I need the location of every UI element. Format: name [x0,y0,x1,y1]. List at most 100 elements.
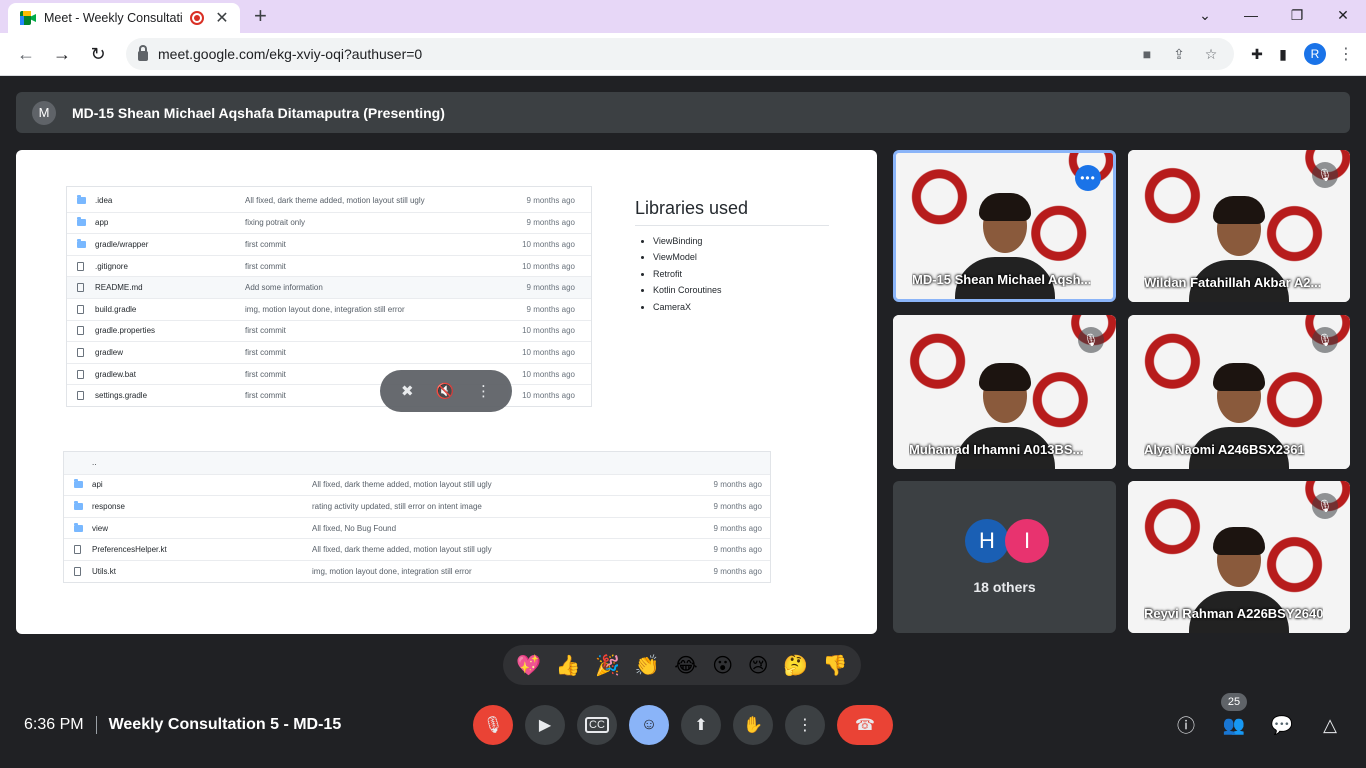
file-row[interactable]: .idea All fixed, dark theme added, motion… [67,190,591,212]
other-participant-avatar: H [965,519,1009,563]
file-name[interactable]: response [92,502,312,511]
file-name[interactable]: README.md [95,283,245,292]
file-row[interactable]: PreferencesHelper.kt All fixed, dark them… [64,538,770,560]
chat-icon: 💬 [1270,714,1294,735]
file-row[interactable]: gradle.properties first commit 10 months a… [67,319,591,342]
unpin-icon[interactable]: ✖ [401,382,414,400]
file-row[interactable]: .gitignore first commit 10 months ago [67,254,591,277]
activities-button[interactable]: △ [1318,713,1342,737]
file-name[interactable]: settings.gradle [95,391,245,400]
muted-mic-icon: 🎙 [1078,327,1104,353]
muted-mic-icon: 🎙 [1312,327,1338,353]
file-row[interactable]: view All fixed, No Bug Found 9 months ago [64,516,770,539]
repo-file-table-sub: .. api All fixed, dark theme added, motion… [63,451,771,583]
tile-more-options-icon[interactable]: ••• [1075,165,1101,191]
new-tab-button[interactable]: + [254,3,267,29]
minimize-button[interactable]: — [1228,0,1274,30]
other-participant-avatar: I [1005,519,1049,563]
file-name[interactable]: build.gradle [95,305,245,314]
file-name[interactable]: view [92,524,312,533]
file-name[interactable]: api [92,480,312,489]
meeting-details-button[interactable]: ⓘ [1174,713,1198,737]
library-item: CameraX [653,302,829,318]
browser-tab-meet[interactable]: Meet - Weekly Consultation ✕ [8,3,240,33]
tab-search-icon[interactable]: ⌄ [1182,0,1228,30]
reaction-emoji-button[interactable]: 🤔 [783,653,808,678]
tab-close-icon[interactable]: ✕ [212,8,232,28]
reactions-button[interactable]: ☺ [629,705,669,745]
file-name[interactable]: gradlew.bat [95,370,245,379]
file-msg: fixing potrait only [245,218,306,228]
more-options-icon[interactable]: ⋮ [476,382,491,400]
file-name[interactable]: gradlew [95,348,245,357]
file-row[interactable]: Utils.kt img, motion layout done, integra… [64,559,770,582]
file-row[interactable]: .. [64,452,770,474]
address-bar[interactable]: meet.google.com/ekg-xviy-oqi?authuser=0 … [126,38,1234,70]
forward-button[interactable]: → [46,38,78,70]
file-name[interactable]: .gitignore [95,262,245,271]
camera-toggle-button[interactable]: ▶ [525,705,565,745]
captions-button[interactable]: CC [577,705,617,745]
file-row[interactable]: build.gradle img, motion layout done, int… [67,297,591,320]
camera-in-use-icon[interactable]: ■ [1136,46,1158,62]
camera-icon: ▶ [538,717,552,734]
participant-tile[interactable]: 🎙 Reyvi Rahman A226BSY2640 [1128,481,1350,633]
reactions-bar: 💖 👍 🎉 👏 😂 😮 😢 🤔 👎 [503,645,861,685]
chat-button[interactable]: 💬 [1270,713,1294,737]
file-name[interactable]: PreferencesHelper.kt [92,545,312,554]
file-time: 9 months ago [526,283,575,293]
participant-tile[interactable]: 🎙 Alya Naomi A246BSX2361 [1128,315,1350,469]
file-name[interactable]: .idea [95,196,245,205]
participant-tile[interactable]: ••• MD-15 Shean Michael Aqsh... [893,150,1116,302]
close-window-button[interactable]: ✕ [1320,0,1366,30]
bookmark-star-icon[interactable]: ☆ [1200,46,1222,63]
file-name[interactable]: gradle.properties [95,326,245,335]
file-row[interactable]: settings.gradle first commit 10 months ago [67,384,591,406]
file-row[interactable]: app fixing potrait only 9 months ago [67,211,591,234]
lock-icon[interactable] [138,44,148,61]
present-screen-button[interactable]: ⬆ [681,705,721,745]
file-row[interactable]: gradle/wrapper first commit 10 months ago [67,233,591,255]
microphone-toggle-button[interactable]: 🎙 [473,705,513,745]
participant-name: Muhamad Irhamni A013BS... [909,442,1084,457]
file-icon [74,545,84,555]
file-row[interactable]: api All fixed, dark theme added, motion l… [64,473,770,496]
reaction-emoji-button[interactable]: 🎉 [595,653,620,678]
back-button[interactable]: ← [10,38,42,70]
participant-tile[interactable]: 🎙 Wildan Fatahillah Akbar A2... [1128,150,1350,302]
file-row[interactable]: gradlew first commit 10 months ago [67,341,591,363]
file-name[interactable]: gradle/wrapper [95,240,245,249]
reload-button[interactable]: ↻ [82,38,114,70]
reaction-emoji-button[interactable]: 😮 [712,653,733,678]
file-name[interactable]: Utils.kt [92,567,312,576]
file-row[interactable]: README.md Add some information 9 months ag… [67,276,591,298]
file-name[interactable]: app [95,218,245,227]
profile-avatar[interactable]: R [1304,43,1326,65]
file-name[interactable]: .. [92,458,312,467]
file-msg: rating activity updated, still error on … [312,501,482,511]
reaction-emoji-button[interactable]: 👎 [823,653,848,678]
more-options-button[interactable]: ⋮ [785,705,825,745]
file-row[interactable]: response rating activity updated, still e… [64,495,770,517]
reaction-emoji-button[interactable]: 👍 [556,653,581,678]
file-row[interactable]: gradlew.bat first commit 10 months ago [67,362,591,385]
share-icon[interactable]: ⇪ [1168,46,1190,63]
repo-file-table-root: .idea All fixed, dark theme added, motion… [66,186,592,407]
reaction-emoji-button[interactable]: 😢 [748,653,769,678]
side-panel-icon[interactable]: ▮ [1272,46,1294,63]
people-button[interactable]: 25 👥 [1221,693,1247,737]
browser-menu-icon[interactable]: ⋮ [1336,44,1356,64]
participant-tile[interactable]: 🎙 Muhamad Irhamni A013BS... [893,315,1116,469]
url-text[interactable]: meet.google.com/ekg-xviy-oqi?authuser=0 [158,46,1126,62]
leave-call-button[interactable]: ☎ [837,705,893,745]
reaction-emoji-button[interactable]: 👏 [635,653,660,678]
reaction-emoji-button[interactable]: 💖 [516,653,541,678]
extensions-puzzle-icon[interactable]: ✚ [1246,46,1268,63]
file-time: 10 months ago [522,239,575,249]
raise-hand-button[interactable]: ✋ [733,705,773,745]
others-tile[interactable]: H I 18 others [893,481,1116,633]
mute-presentation-icon[interactable]: 🔇 [435,382,454,400]
reaction-emoji-button[interactable]: 😂 [674,653,697,678]
maximize-button[interactable]: ❐ [1274,0,1320,30]
captions-icon: CC [585,717,609,733]
